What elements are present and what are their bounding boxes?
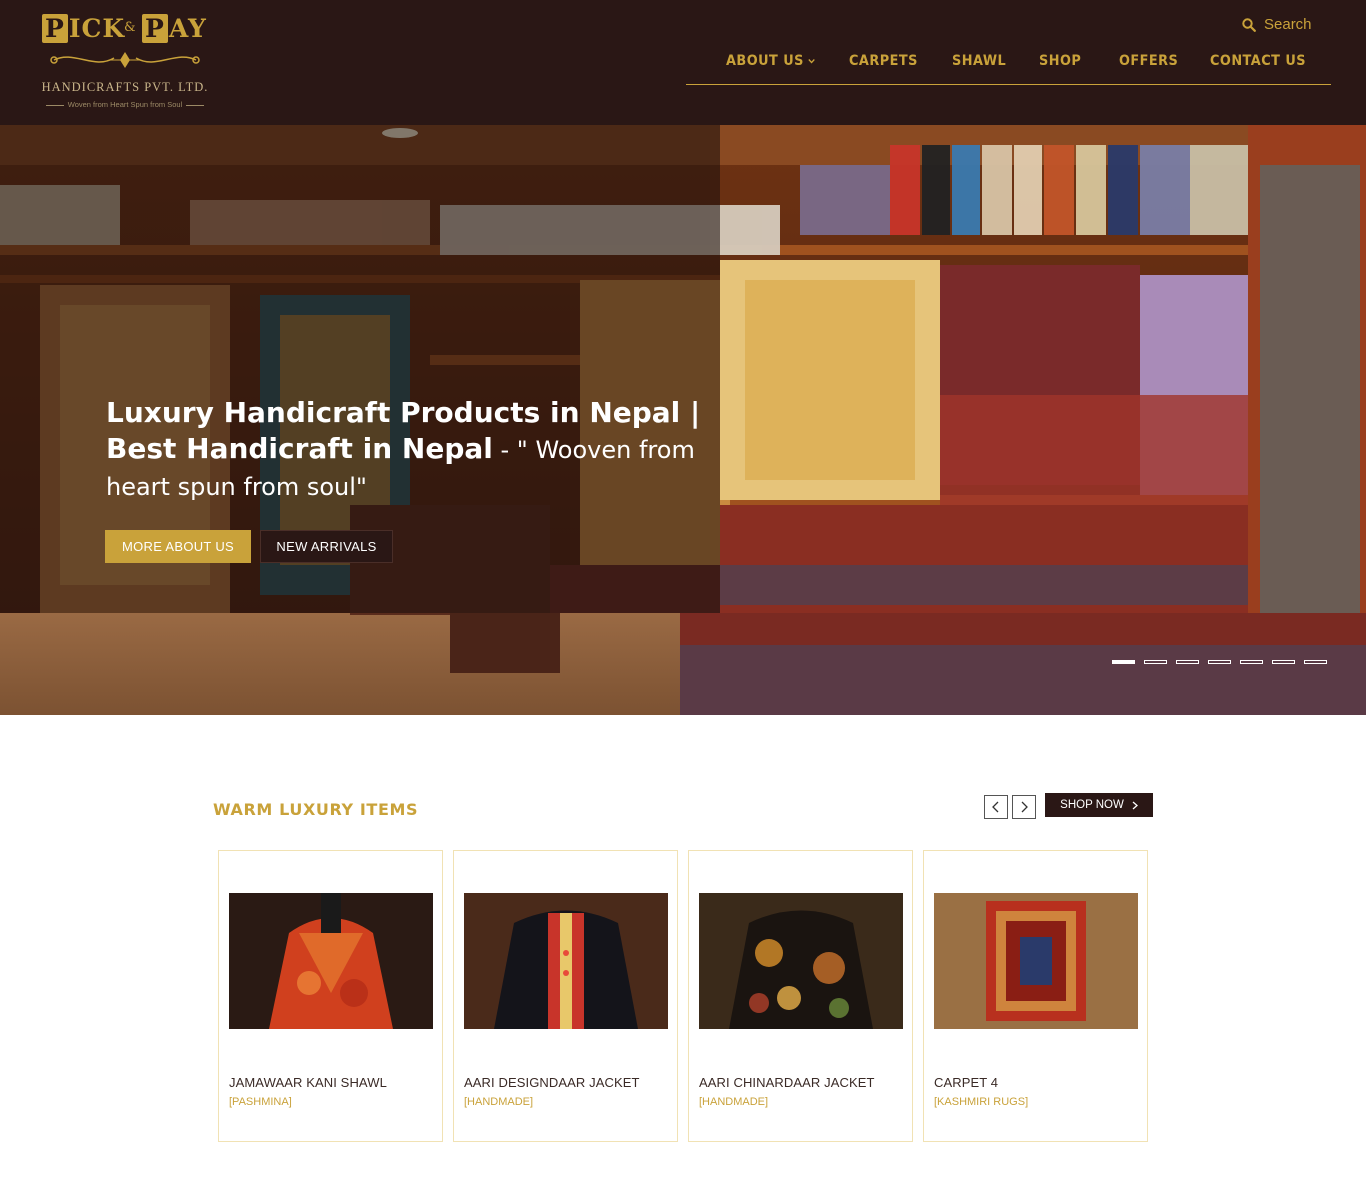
carousel-prev-button[interactable] <box>984 795 1008 819</box>
product-name[interactable]: AARI CHINARDAAR JACKET <box>699 1075 875 1090</box>
nav-item-contact-us[interactable]: CONTACT US <box>1210 53 1306 69</box>
nav-item-label: CARPETS <box>849 53 918 69</box>
product-category[interactable]: [PASHMINA] <box>229 1096 292 1108</box>
chevron-down-icon <box>808 59 815 64</box>
product-card[interactable]: CARPET 4 [KASHMIRI RUGS] <box>923 850 1148 1142</box>
logo-word-pay: P AY <box>142 14 207 44</box>
chevron-left-icon <box>992 801 999 813</box>
product-card[interactable]: AARI CHINARDAAR JACKET [HANDMADE] <box>688 850 913 1142</box>
logo-word-rest: ICK <box>68 14 126 43</box>
more-about-us-button[interactable]: MORE ABOUT US <box>105 530 251 563</box>
brand-subtitle: HANDICRAFTS PVT. LTD. <box>41 80 209 94</box>
nav-item-label: OFFERS <box>1119 53 1179 69</box>
jacket-image <box>699 893 903 1029</box>
shop-now-label: SHOP NOW <box>1060 799 1124 811</box>
product-card[interactable]: JAMAWAAR KANI SHAWL [PASHMINA] <box>218 850 443 1142</box>
shawl-image <box>229 893 433 1029</box>
logo-ampersand: & <box>124 20 136 35</box>
logo-ornament-icon <box>50 52 200 68</box>
nav-item-shop[interactable]: SHOP <box>1039 53 1081 69</box>
product-category[interactable]: [HANDMADE] <box>699 1096 768 1108</box>
product-category[interactable]: [KASHMIRI RUGS] <box>934 1096 1028 1108</box>
nav-item-label: SHOP <box>1039 53 1082 69</box>
nav-item-label: ABOUT US <box>726 53 804 69</box>
product-name[interactable]: AARI DESIGNDAAR JACKET <box>464 1075 640 1090</box>
shop-now-button[interactable]: SHOP NOW <box>1045 793 1153 817</box>
hero-title: Luxury Handicraft Products in Nepal | Be… <box>106 395 726 505</box>
slider-dot[interactable] <box>1304 660 1327 664</box>
nav-item-offers[interactable]: OFFERS <box>1119 53 1178 69</box>
logo-letter-box: P <box>42 14 68 43</box>
product-name[interactable]: CARPET 4 <box>934 1075 998 1090</box>
product-carousel: JAMAWAAR KANI SHAWL [PASHMINA] AARI DESI… <box>218 850 1148 1142</box>
product-category[interactable]: [HANDMADE] <box>464 1096 533 1108</box>
product-image[interactable] <box>464 893 668 1029</box>
brand-logo[interactable]: P ICK & P AY HANDICRAFTS PVT. LTD. Woven f… <box>40 14 210 112</box>
carpet-image <box>934 893 1138 1029</box>
nav-item-label: SHAWL <box>952 53 1007 69</box>
chevron-right-icon <box>1021 801 1028 813</box>
hero-slider: Luxury Handicraft Products in Nepal | Be… <box>0 125 1366 715</box>
carousel-next-button[interactable] <box>1012 795 1036 819</box>
new-arrivals-button[interactable]: NEW ARRIVALS <box>260 530 393 563</box>
search-icon <box>1242 17 1256 32</box>
logo-word-pick: P ICK <box>42 14 125 44</box>
slider-dot[interactable] <box>1240 660 1263 664</box>
slider-dot[interactable] <box>1176 660 1199 664</box>
product-image[interactable] <box>934 893 1138 1029</box>
slider-pagination <box>1112 660 1327 664</box>
main-nav: ABOUT US CARPETS SHAWL SHOP OFFERS CONTA… <box>686 50 1331 85</box>
brand-tagline: Woven from Heart Spun from Soul <box>40 100 210 109</box>
product-image[interactable] <box>699 893 903 1029</box>
product-card[interactable]: AARI DESIGNDAAR JACKET [HANDMADE] <box>453 850 678 1142</box>
slider-dot[interactable] <box>1208 660 1231 664</box>
slider-dot[interactable] <box>1272 660 1295 664</box>
product-name[interactable]: JAMAWAAR KANI SHAWL <box>229 1075 387 1090</box>
logo-word-rest: AY <box>168 14 207 43</box>
nav-item-label: CONTACT US <box>1210 53 1306 69</box>
nav-item-about-us[interactable]: ABOUT US <box>726 53 815 69</box>
search-label: Search <box>1264 16 1312 33</box>
site-header: P ICK & P AY HANDICRAFTS PVT. LTD. Woven f… <box>0 0 1366 125</box>
product-image[interactable] <box>229 893 433 1029</box>
search-link[interactable]: Search <box>1242 16 1312 33</box>
slider-dot[interactable] <box>1144 660 1167 664</box>
jacket-image <box>464 893 668 1029</box>
nav-item-carpets[interactable]: CARPETS <box>849 53 918 69</box>
logo-letter-box: P <box>142 14 168 43</box>
slider-dot[interactable] <box>1112 660 1135 664</box>
nav-item-shawl[interactable]: SHAWL <box>952 53 1006 69</box>
chevron-right-icon <box>1132 801 1138 809</box>
section-title: WARM LUXURY ITEMS <box>213 800 419 819</box>
